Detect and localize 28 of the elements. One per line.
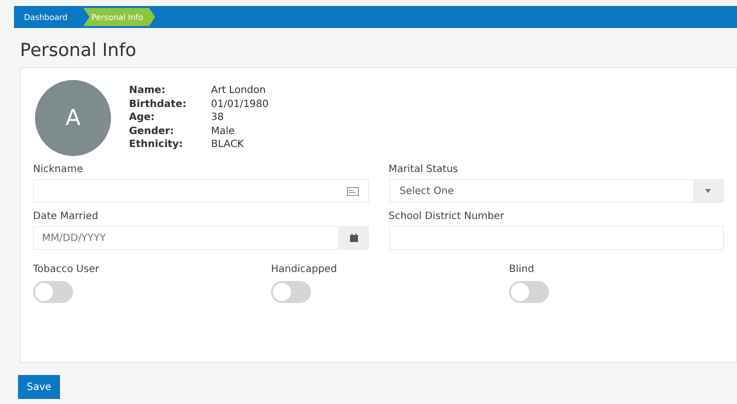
field-label: School District Number [388,211,506,222]
avatar: A [35,80,111,156]
toggle-switch[interactable] [271,281,311,303]
detail-value: Male [211,124,236,138]
calendar-button[interactable] [338,226,368,250]
field-label: Nickname [33,164,84,175]
calendar-icon [348,233,358,243]
field-label: Date Married [33,211,100,222]
field-label: Marital Status [388,164,460,175]
page-title: Personal Info [20,40,138,61]
detail-label: Ethnicity: [129,138,184,152]
select-field[interactable]: Select One [388,179,724,203]
toggle-label: Blind [509,264,536,275]
toggle-switch[interactable] [33,281,73,303]
detail-value: 01/01/1980 [211,98,269,112]
detail-label: Birthdate: [129,98,188,112]
toggle-label: Tobacco User [33,264,100,275]
toggle-switch[interactable] [509,281,549,303]
detail-label: Age: [129,111,156,125]
detail-value: BLACK [211,138,245,152]
detail-label: Gender: [129,124,175,138]
detail-value: Art London [211,84,267,98]
detail-value: 38 [211,111,225,125]
detail-label: Name: [129,84,166,98]
caret-icon [705,189,711,193]
input-field[interactable]: MM/DD/YYYY [34,227,338,249]
toggle-label: Handicapped [271,264,338,275]
save-button[interactable]: Save [18,375,60,399]
